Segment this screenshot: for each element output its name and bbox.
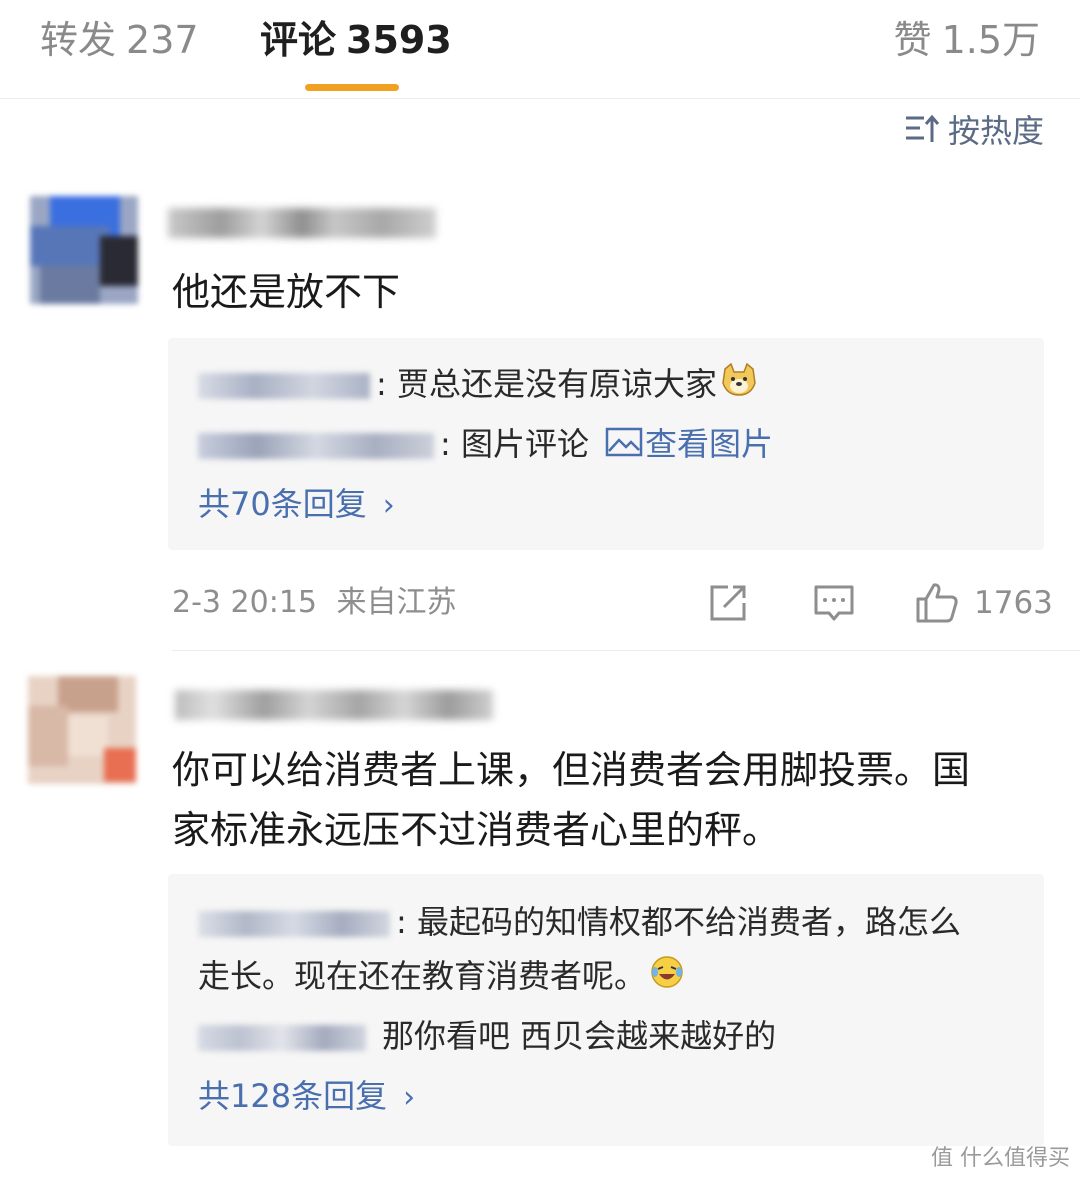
view-image-link[interactable]: 查看图片 [645, 425, 773, 463]
avatar[interactable] [30, 196, 138, 304]
reply-box[interactable]: : 最起码的知情权都不给消费者，路怎么 走长。现在还在教育消费者呢。 那你看吧 … [168, 874, 1044, 1146]
image-icon [605, 422, 643, 470]
sort-icon [905, 114, 940, 142]
doge-emoji [721, 362, 757, 410]
avatar[interactable] [28, 676, 136, 784]
username[interactable] [175, 690, 493, 720]
reply-text: : 最起码的知情权都不给消费者，路怎么 [396, 903, 961, 941]
tab-bar: 转发 237 评论 3593 赞 1.5万 [0, 0, 1080, 99]
reply-button[interactable] [812, 578, 856, 628]
reply-item: 那你看吧 西贝会越来越好的 [198, 1012, 776, 1060]
comment-text: 他还是放不下 [172, 270, 401, 314]
tab-comments-count: 3593 [346, 18, 452, 62]
reply-item: : 图片评论 查看图片 [198, 420, 773, 470]
chevron-right-icon: › [382, 488, 395, 523]
like-count: 1763 [974, 585, 1053, 621]
tab-repost-count: 237 [126, 18, 199, 62]
comment-meta: 2-3 20:15 来自江苏 [172, 580, 457, 626]
comment-text-line: 你可以给消费者上课，但消费者会用脚投票。国 [172, 748, 971, 792]
tab-likes-label: 赞 [893, 18, 932, 62]
more-replies-label: 共70条回复 [198, 485, 367, 523]
share-button[interactable] [706, 578, 750, 628]
comment-text: 你可以给消费者上课，但消费者会用脚投票。国 家标准永远压不过消费者心里的秤。 [172, 740, 970, 860]
tab-repost[interactable]: 转发 237 [40, 14, 199, 66]
tab-comments-label: 评论 [260, 18, 337, 62]
chevron-right-icon: › [403, 1080, 416, 1115]
watermark-text: 值 什么值得买 [931, 1146, 1070, 1171]
more-replies-label: 共128条回复 [198, 1077, 388, 1115]
tab-comments[interactable]: 评论 3593 [260, 14, 452, 66]
sort-button[interactable]: 按热度 [904, 106, 1044, 152]
reply-item-continued: 走长。现在还在教育消费者呢。 [198, 952, 684, 1002]
tab-likes-count: 1.5万 [941, 18, 1040, 62]
share-icon [710, 585, 746, 621]
reply-text: 那你看吧 西贝会越来越好的 [382, 1017, 777, 1055]
tab-repost-label: 转发 [40, 18, 117, 62]
tab-likes[interactable]: 赞 1.5万 [894, 14, 1040, 66]
comment-location: 来自江苏 [336, 585, 457, 620]
active-tab-indicator [305, 84, 399, 91]
reply-username[interactable] [198, 433, 434, 459]
laugh-cry-emoji [650, 954, 684, 1002]
reply-item: : 贾总还是没有原谅大家 [198, 360, 757, 410]
reply-username[interactable] [198, 911, 390, 937]
username[interactable] [168, 208, 436, 238]
comment-divider [172, 650, 1080, 651]
reply-box[interactable]: : 贾总还是没有原谅大家 : 图片评论 查看图片 共70条回复 › [168, 338, 1044, 550]
thumbs-up-icon [916, 583, 958, 623]
watermark: 值 什么值得买 [931, 1140, 1070, 1172]
more-replies-link[interactable]: 共70条回复 › [198, 480, 395, 530]
more-replies-link[interactable]: 共128条回复 › [198, 1072, 415, 1122]
comment-icon [814, 585, 854, 621]
sort-label: 按热度 [947, 112, 1044, 150]
comment-time: 2-3 20:15 [172, 585, 317, 620]
reply-username[interactable] [198, 373, 370, 399]
reply-text: : 图片评论 [440, 425, 589, 463]
reply-username[interactable] [198, 1025, 366, 1051]
comment-text-line: 家标准永远压不过消费者心里的秤。 [172, 808, 781, 852]
reply-text: 走长。现在还在教育消费者呢。 [198, 957, 647, 995]
reply-text: : 贾总还是没有原谅大家 [376, 365, 717, 403]
like-button[interactable]: 1763 [914, 578, 1053, 628]
reply-item: : 最起码的知情权都不给消费者，路怎么 [198, 898, 961, 946]
